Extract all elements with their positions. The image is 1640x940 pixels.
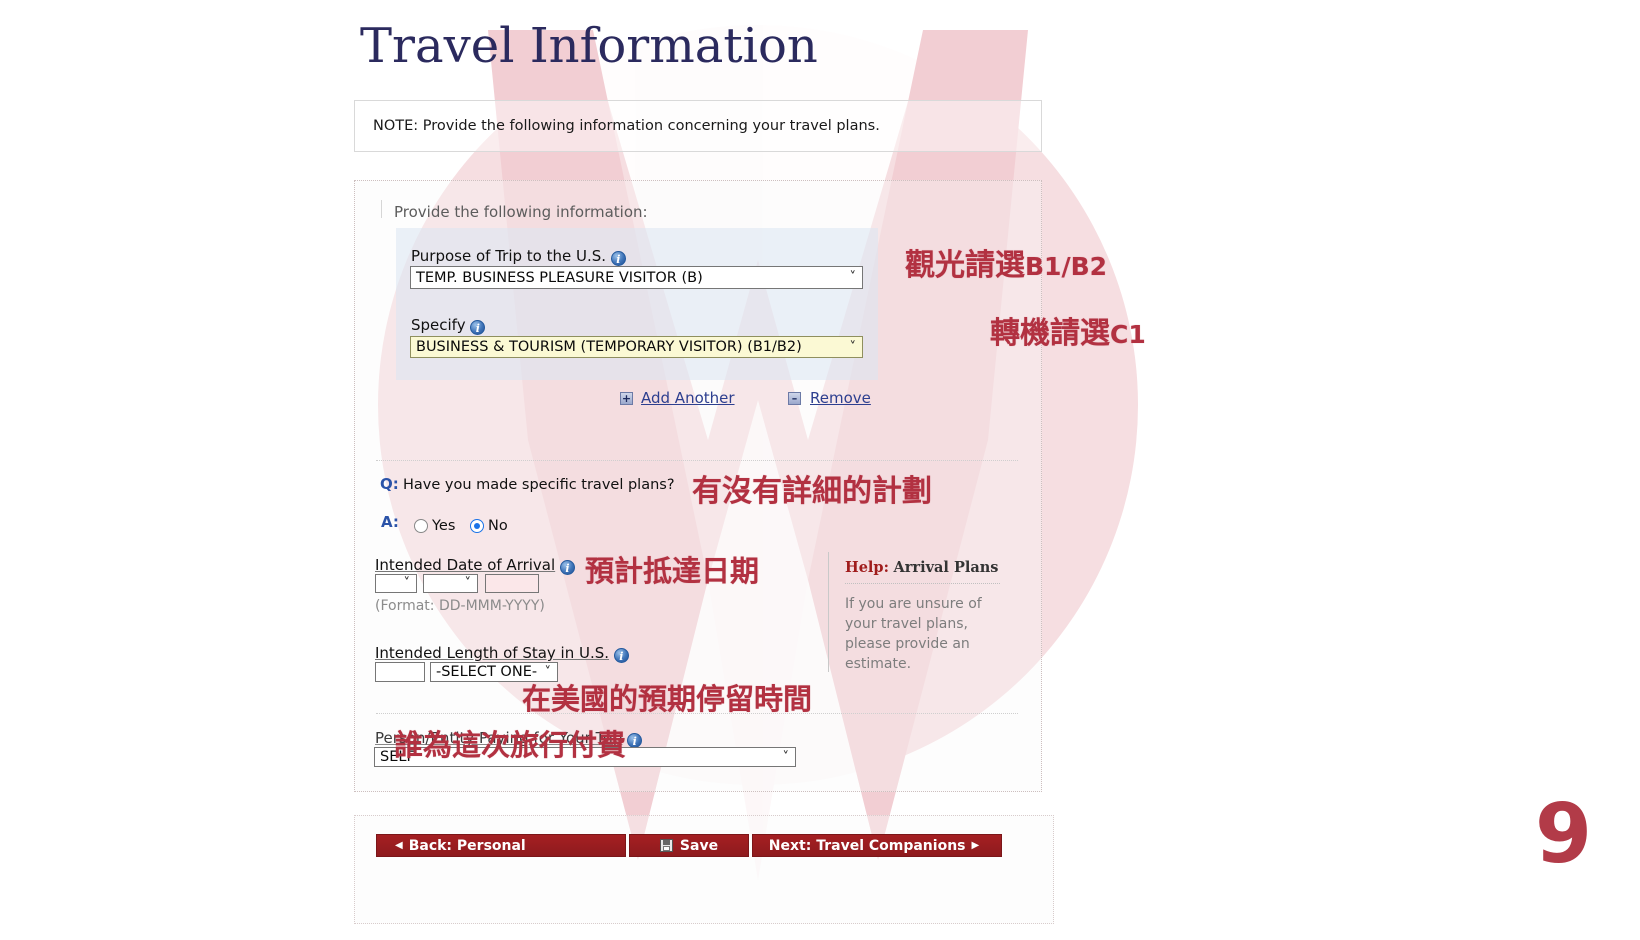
purpose-label: Purpose of Trip to the U.S. (411, 247, 607, 265)
annotation-tourism-text: 觀光請選 (905, 248, 1025, 283)
annotation-arrival-date: 預計抵達日期 (585, 554, 760, 588)
section-tick (381, 200, 382, 218)
purpose-of-trip-value: TEMP. BUSINESS PLEASURE VISITOR (B) (416, 269, 703, 286)
arrival-date-label: Intended Date of Arrival (375, 556, 556, 574)
back-button-label: Back: Personal (408, 837, 526, 854)
info-icon[interactable]: i (613, 648, 629, 663)
annotation-length-of-stay: 在美國的預期停留時間 (522, 682, 813, 716)
arrival-day-select[interactable]: ˅ (375, 574, 417, 593)
radio-no[interactable] (470, 519, 484, 533)
arrival-date-label-wrap: Intended Date of Arrival i (375, 556, 575, 575)
radio-yes-label: Yes (432, 518, 456, 534)
chevron-down-icon: ˅ (403, 576, 411, 591)
back-button[interactable]: ◀ Back: Personal (376, 834, 626, 857)
length-of-stay-label-wrap: Intended Length of Stay in U.S. i (375, 644, 629, 663)
help-title-prefix: Help: (845, 559, 889, 576)
info-icon[interactable]: i (470, 320, 486, 335)
question-text: Have you made specific travel plans? (403, 477, 675, 493)
page-title: Travel Information (360, 18, 818, 74)
annotation-who-pays: 誰為這次旅行付費 (394, 728, 627, 762)
radio-yes[interactable] (414, 519, 428, 533)
next-button-label: Next: Travel Companions (768, 837, 966, 854)
help-title: Help: Arrival Plans (845, 559, 998, 576)
chevron-down-icon: ˅ (849, 339, 857, 355)
arrival-month-select[interactable]: ˅ (423, 574, 478, 593)
annotation-transit-suffix: C1 (1110, 320, 1146, 349)
divider (376, 460, 1018, 461)
info-icon[interactable]: i (627, 733, 643, 748)
help-title-text: Arrival Plans (893, 559, 999, 576)
specify-value: BUSINESS & TOURISM (TEMPORARY VISITOR) (… (416, 339, 802, 355)
floppy-disk-icon (659, 839, 673, 852)
radio-no-label: No (488, 518, 508, 534)
nav-panel (354, 815, 1054, 924)
help-body: If you are unsure of your travel plans, … (845, 596, 982, 672)
note-text: NOTE: Provide the following information … (373, 118, 880, 134)
length-of-stay-input[interactable] (375, 662, 425, 682)
add-another-icon[interactable]: + (620, 392, 633, 405)
annotation-specific-plans: 有沒有詳細的計劃 (692, 474, 932, 509)
left-arrow-icon: ◀ (395, 840, 403, 851)
length-of-stay-label: Intended Length of Stay in U.S. (375, 644, 610, 662)
annotation-tourism-suffix: B1/B2 (1025, 252, 1108, 281)
specify-select[interactable]: BUSINESS & TOURISM (TEMPORARY VISITOR) (… (410, 336, 863, 358)
add-another-link[interactable]: Add Another (641, 389, 735, 407)
specify-label-wrap: Specify i (411, 316, 486, 335)
date-format-hint: (Format: DD-MMM-YYYY) (375, 598, 545, 614)
question-letter: Q: (380, 475, 399, 493)
remove-icon[interactable]: – (788, 392, 801, 405)
next-button[interactable]: Next: Travel Companions ▶ (752, 834, 1002, 857)
remove-link[interactable]: Remove (810, 389, 871, 407)
save-button-label: Save (679, 837, 719, 854)
help-separator (845, 583, 1000, 584)
chevron-down-icon: ˅ (464, 576, 472, 591)
purpose-of-trip-select[interactable]: TEMP. BUSINESS PLEASURE VISITOR (B) ˅ (410, 266, 863, 289)
info-icon[interactable]: i (610, 251, 626, 266)
answer-letter: A: (381, 513, 399, 531)
note-box: NOTE: Provide the following information … (354, 100, 1042, 152)
chevron-down-icon: ˅ (849, 270, 857, 285)
page-number: 9 (1534, 787, 1592, 882)
save-button[interactable]: Save (629, 834, 749, 857)
info-icon[interactable]: i (559, 560, 575, 575)
annotation-transit-text: 轉機請選 (990, 316, 1110, 351)
help-divider (828, 552, 829, 672)
specify-label: Specify (411, 316, 466, 334)
arrival-year-input[interactable] (485, 574, 539, 593)
purpose-label-wrap: Purpose of Trip to the U.S. i (411, 247, 626, 266)
chevron-down-icon: ˅ (782, 749, 790, 765)
right-arrow-icon: ▶ (971, 840, 980, 851)
annotation-tourism: 觀光請選B1/B2 (905, 240, 1107, 284)
annotation-transit: 轉機請選C1 (990, 308, 1146, 352)
section-label: Provide the following information: (394, 203, 648, 221)
